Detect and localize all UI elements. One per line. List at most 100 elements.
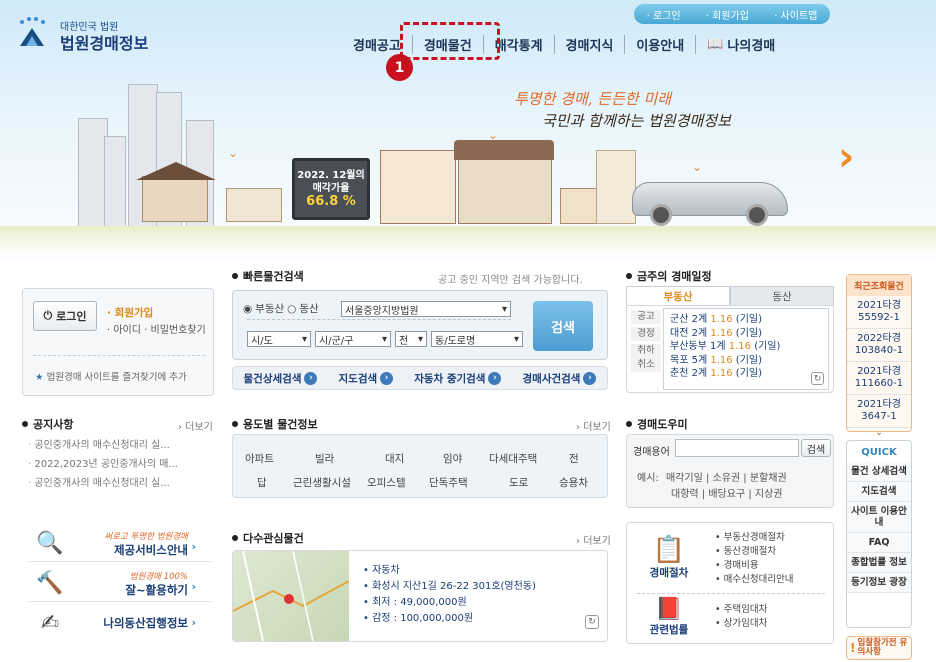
recent-item[interactable]: 2021타경 55592-1: [847, 296, 911, 329]
nav-my-auction[interactable]: 📖 나의경매: [695, 34, 786, 54]
sigungu-select[interactable]: 시/군/구 ▾: [315, 331, 391, 347]
sitemap-link[interactable]: · 사이트맵: [774, 7, 817, 22]
quick-search-button[interactable]: 검색: [533, 301, 593, 351]
schedule-court: 목포: [670, 354, 689, 366]
schedule-side-labels: 공고 경정 취하 취소: [631, 310, 661, 372]
dong-select[interactable]: 동/도로명 ▾: [431, 331, 523, 347]
use-apartment[interactable]: 아파트: [245, 451, 274, 466]
add-favorite-link[interactable]: ★ 법원경매 사이트를 즐겨찾기에 추가: [35, 369, 187, 383]
related-law-card[interactable]: 📕 관련법률: [639, 597, 699, 637]
bid-caution-link[interactable]: ! 입찰참가전 유의사항: [846, 636, 912, 660]
procedure-link[interactable]: • 동산경매절차: [715, 545, 794, 559]
car-wheel: [650, 204, 672, 226]
quick-detail-search[interactable]: 물건 상세검색: [847, 462, 911, 482]
use-road[interactable]: 도로: [509, 475, 528, 490]
quick-legal-info[interactable]: 종합법률 정보: [847, 553, 911, 573]
example-term[interactable]: 지상권: [755, 489, 783, 500]
quick-map-search[interactable]: 지도검색: [847, 482, 911, 502]
procedure-link[interactable]: • 매수신청대리안내: [715, 573, 794, 587]
label-cancel[interactable]: 취소: [631, 358, 661, 372]
example-term[interactable]: 배당요구: [708, 489, 745, 500]
tower-building: [596, 150, 636, 224]
service-label: 제공서비스안내: [113, 542, 188, 557]
interest-line[interactable]: • 화성시 지산1길 26-22 301호(영천동): [363, 579, 536, 595]
use-detached-house[interactable]: 단독주택: [429, 475, 468, 490]
by-use-more-link[interactable]: › 더보기: [576, 418, 611, 433]
recent-item[interactable]: 2022타경 103840-1: [847, 329, 911, 362]
refresh-icon[interactable]: ↻: [585, 615, 599, 629]
example-terms-row2: 대항력 | 배당요구 | 지상권: [671, 489, 783, 500]
sido-select[interactable]: 시/도 ▾: [247, 331, 311, 347]
divider: [247, 319, 511, 320]
court-select[interactable]: 서울중앙지방법원 ▾: [341, 301, 511, 317]
notice-item[interactable]: 공인중개사의 매수신청대리 실...: [28, 436, 208, 455]
law-link[interactable]: • 주택임대차: [715, 603, 767, 617]
schedule-type: (기일): [735, 327, 762, 339]
tab-vehicle-search[interactable]: 자동차 중기검색 ›: [414, 371, 502, 386]
label-correction[interactable]: 경정: [631, 327, 661, 341]
logo-title[interactable]: 법원경매정보: [60, 30, 148, 54]
example-term[interactable]: 분할채권: [750, 473, 787, 484]
item-map-thumbnail[interactable]: [233, 551, 349, 641]
schedule-row[interactable]: 춘천 2계 1.16 (기일): [670, 367, 822, 381]
label-withdraw[interactable]: 취하: [631, 344, 661, 358]
find-id-password-link[interactable]: · 아이디 · 비밀번호찾기: [107, 321, 206, 336]
tab-movable[interactable]: 동산: [730, 286, 834, 306]
recent-item[interactable]: 2021타경 3647-1: [847, 395, 911, 428]
term-search-button[interactable]: 검색: [801, 439, 831, 457]
chevron-down-icon[interactable]: ⌄: [847, 428, 911, 438]
use-forest[interactable]: 임야: [443, 451, 462, 466]
join-link[interactable]: · 회원가입: [107, 305, 153, 320]
schedule-row[interactable]: 부산동부 1계 1.16 (기일): [670, 340, 822, 354]
schedule-row[interactable]: 대전 2계 1.16 (기일): [670, 327, 822, 341]
join-link[interactable]: · 회원가입: [706, 7, 749, 22]
quick-faq[interactable]: FAQ: [847, 533, 911, 553]
schedule-row[interactable]: 목포 5계 1.16 (기일): [670, 354, 822, 368]
interest-more-link[interactable]: › 더보기: [576, 532, 611, 547]
login-button[interactable]: ⏻ 로그인: [33, 301, 97, 331]
login-link[interactable]: · 로그인: [647, 7, 681, 22]
notice-more-link[interactable]: › 더보기: [178, 418, 213, 433]
use-villa[interactable]: 빌라: [315, 451, 334, 466]
banner-next-arrow[interactable]: ›: [838, 134, 854, 180]
court-logo-icon[interactable]: [16, 16, 50, 50]
nav-usage-guide[interactable]: 이용안내: [624, 34, 695, 54]
example-term[interactable]: 소유권: [713, 473, 741, 484]
label-notice[interactable]: 공고: [631, 310, 661, 324]
radio-real-estate[interactable]: ◉: [243, 303, 252, 315]
tab-map-search[interactable]: 지도검색 ›: [339, 371, 394, 386]
use-land[interactable]: 대지: [385, 451, 404, 466]
quick-site-guide[interactable]: 사이트 이용안내: [847, 502, 911, 533]
procedure-link[interactable]: • 부동산경매절차: [715, 531, 794, 545]
my-movable-execution-banner[interactable]: ✍ 나의동산집행정보 ›: [28, 606, 212, 640]
radio-movable[interactable]: ○: [287, 303, 296, 315]
tab-detail-search[interactable]: 물건상세검색 ›: [244, 371, 318, 386]
procedure-link[interactable]: • 경매비용: [715, 559, 794, 573]
notice-item[interactable]: 2022,2023년 공인중개사의 매...: [28, 455, 208, 474]
use-field[interactable]: 전: [569, 451, 579, 466]
use-officetel[interactable]: 오피스텔: [367, 475, 406, 490]
term-input[interactable]: [675, 439, 799, 457]
law-link[interactable]: • 상가임대차: [715, 617, 767, 631]
procedure-link-label: 매수신청대리안내: [723, 574, 794, 585]
schedule-date: 1.16: [728, 341, 752, 352]
use-multi-family[interactable]: 다세대주택: [489, 451, 537, 466]
usage-tips-banner[interactable]: 🔨 법원경매 100% 잘~활용하기 ›: [28, 566, 212, 602]
tab-real-estate[interactable]: 부동산: [626, 286, 730, 306]
recent-item[interactable]: 2021타경 111660-1: [847, 362, 911, 395]
notice-item[interactable]: 공인중개사의 매수신청대리 실...: [28, 474, 208, 493]
example-term[interactable]: 매각기일: [666, 473, 703, 484]
jeon-select[interactable]: 전 ▾: [395, 331, 427, 347]
tab-case-search[interactable]: 경매사건검색 ›: [523, 371, 597, 386]
use-paddy[interactable]: 답: [257, 475, 267, 490]
auction-procedure-card[interactable]: 📋 경매절차: [639, 535, 699, 580]
schedule-row[interactable]: 군산 2계 1.16 (기일): [670, 313, 822, 327]
example-term[interactable]: 대항력: [671, 489, 699, 500]
quick-registry-plaza[interactable]: 등기정보 광장: [847, 573, 911, 593]
interest-line[interactable]: • 자동차: [363, 563, 536, 579]
use-neighborhood[interactable]: 근린생활시설: [293, 475, 351, 490]
use-car[interactable]: 승용차: [559, 475, 588, 490]
service-guide-banner[interactable]: 🔍 써로고 투명한 법원경매 제공서비스안내 ›: [28, 526, 212, 562]
nav-auction-knowledge[interactable]: 경매지식: [553, 34, 625, 54]
refresh-icon[interactable]: ↻: [811, 372, 824, 385]
